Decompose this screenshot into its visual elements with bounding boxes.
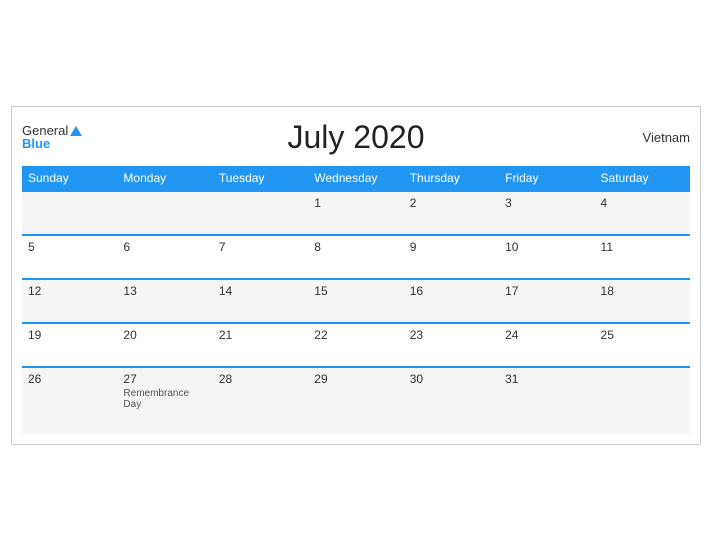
day-number: 1 [314, 196, 397, 210]
weekday-header: Wednesday [308, 166, 403, 191]
day-number: 7 [219, 240, 302, 254]
weekday-header-row: SundayMondayTuesdayWednesdayThursdayFrid… [22, 166, 690, 191]
day-number: 26 [28, 372, 111, 386]
calendar-header: General Blue July 2020 Vietnam [22, 119, 690, 156]
calendar-cell: 6 [117, 235, 212, 279]
weekday-header: Saturday [595, 166, 690, 191]
calendar-cell: 12 [22, 279, 117, 323]
calendar-cell: 17 [499, 279, 594, 323]
calendar-cell: 3 [499, 191, 594, 235]
calendar-cell: 9 [404, 235, 499, 279]
calendar-cell: 27 Remembrance Day [117, 367, 212, 434]
day-number: 25 [601, 328, 684, 342]
day-number: 24 [505, 328, 588, 342]
calendar-cell: 2 [404, 191, 499, 235]
calendar-thead: SundayMondayTuesdayWednesdayThursdayFrid… [22, 166, 690, 191]
calendar-week-row: 26 27 Remembrance Day 28 29 30 31 [22, 367, 690, 434]
calendar-cell: 22 [308, 323, 403, 367]
day-number: 15 [314, 284, 397, 298]
calendar-cell: 1 [308, 191, 403, 235]
calendar-cell [117, 191, 212, 235]
day-number: 13 [123, 284, 206, 298]
calendar-week-row: 1234 [22, 191, 690, 235]
calendar-week-row: 12 13 14 15 16 17 18 [22, 279, 690, 323]
day-number: 31 [505, 372, 588, 386]
calendar-grid: SundayMondayTuesdayWednesdayThursdayFrid… [22, 166, 690, 434]
day-number: 2 [410, 196, 493, 210]
logo-blue-text: Blue [22, 137, 82, 150]
logo-triangle-icon [70, 126, 82, 136]
day-number: 20 [123, 328, 206, 342]
day-number: 18 [601, 284, 684, 298]
weekday-header: Monday [117, 166, 212, 191]
day-number: 19 [28, 328, 111, 342]
calendar-cell: 13 [117, 279, 212, 323]
day-number: 12 [28, 284, 111, 298]
calendar-cell: 5 [22, 235, 117, 279]
weekday-header: Tuesday [213, 166, 308, 191]
calendar-body: 1234567891011121314151617181920212223242… [22, 191, 690, 434]
day-number: 11 [601, 240, 684, 254]
calendar-cell: 15 [308, 279, 403, 323]
calendar-cell: 14 [213, 279, 308, 323]
day-number: 27 [123, 372, 206, 386]
calendar-cell: 28 [213, 367, 308, 434]
calendar-cell: 18 [595, 279, 690, 323]
country-label: Vietnam [643, 130, 690, 145]
day-number: 30 [410, 372, 493, 386]
logo: General Blue [22, 124, 82, 150]
day-number: 10 [505, 240, 588, 254]
calendar-cell: 7 [213, 235, 308, 279]
calendar-cell: 30 [404, 367, 499, 434]
weekday-header: Sunday [22, 166, 117, 191]
calendar-week-row: 19 20 21 22 23 24 25 [22, 323, 690, 367]
day-number: 9 [410, 240, 493, 254]
calendar-cell: 4 [595, 191, 690, 235]
weekday-header: Thursday [404, 166, 499, 191]
calendar-cell [213, 191, 308, 235]
calendar-cell: 25 [595, 323, 690, 367]
calendar-cell: 19 [22, 323, 117, 367]
calendar-cell: 23 [404, 323, 499, 367]
day-number: 29 [314, 372, 397, 386]
calendar-cell: 24 [499, 323, 594, 367]
day-number: 17 [505, 284, 588, 298]
calendar-cell: 10 [499, 235, 594, 279]
calendar-container: General Blue July 2020 Vietnam SundayMon… [11, 106, 701, 445]
calendar-week-row: 56789 10 11 [22, 235, 690, 279]
day-number: 8 [314, 240, 397, 254]
calendar-cell: 20 [117, 323, 212, 367]
day-number: 21 [219, 328, 302, 342]
event-label: Remembrance Day [123, 388, 206, 410]
day-number: 16 [410, 284, 493, 298]
calendar-cell [595, 367, 690, 434]
day-number: 6 [123, 240, 206, 254]
day-number: 22 [314, 328, 397, 342]
day-number: 4 [601, 196, 684, 210]
calendar-cell: 11 [595, 235, 690, 279]
day-number: 28 [219, 372, 302, 386]
calendar-cell: 31 [499, 367, 594, 434]
calendar-cell: 21 [213, 323, 308, 367]
calendar-cell: 8 [308, 235, 403, 279]
calendar-cell: 16 [404, 279, 499, 323]
calendar-title: July 2020 [288, 119, 425, 156]
calendar-cell: 29 [308, 367, 403, 434]
day-number: 3 [505, 196, 588, 210]
day-number: 5 [28, 240, 111, 254]
day-number: 14 [219, 284, 302, 298]
day-number: 23 [410, 328, 493, 342]
calendar-cell: 26 [22, 367, 117, 434]
weekday-header: Friday [499, 166, 594, 191]
calendar-cell [22, 191, 117, 235]
